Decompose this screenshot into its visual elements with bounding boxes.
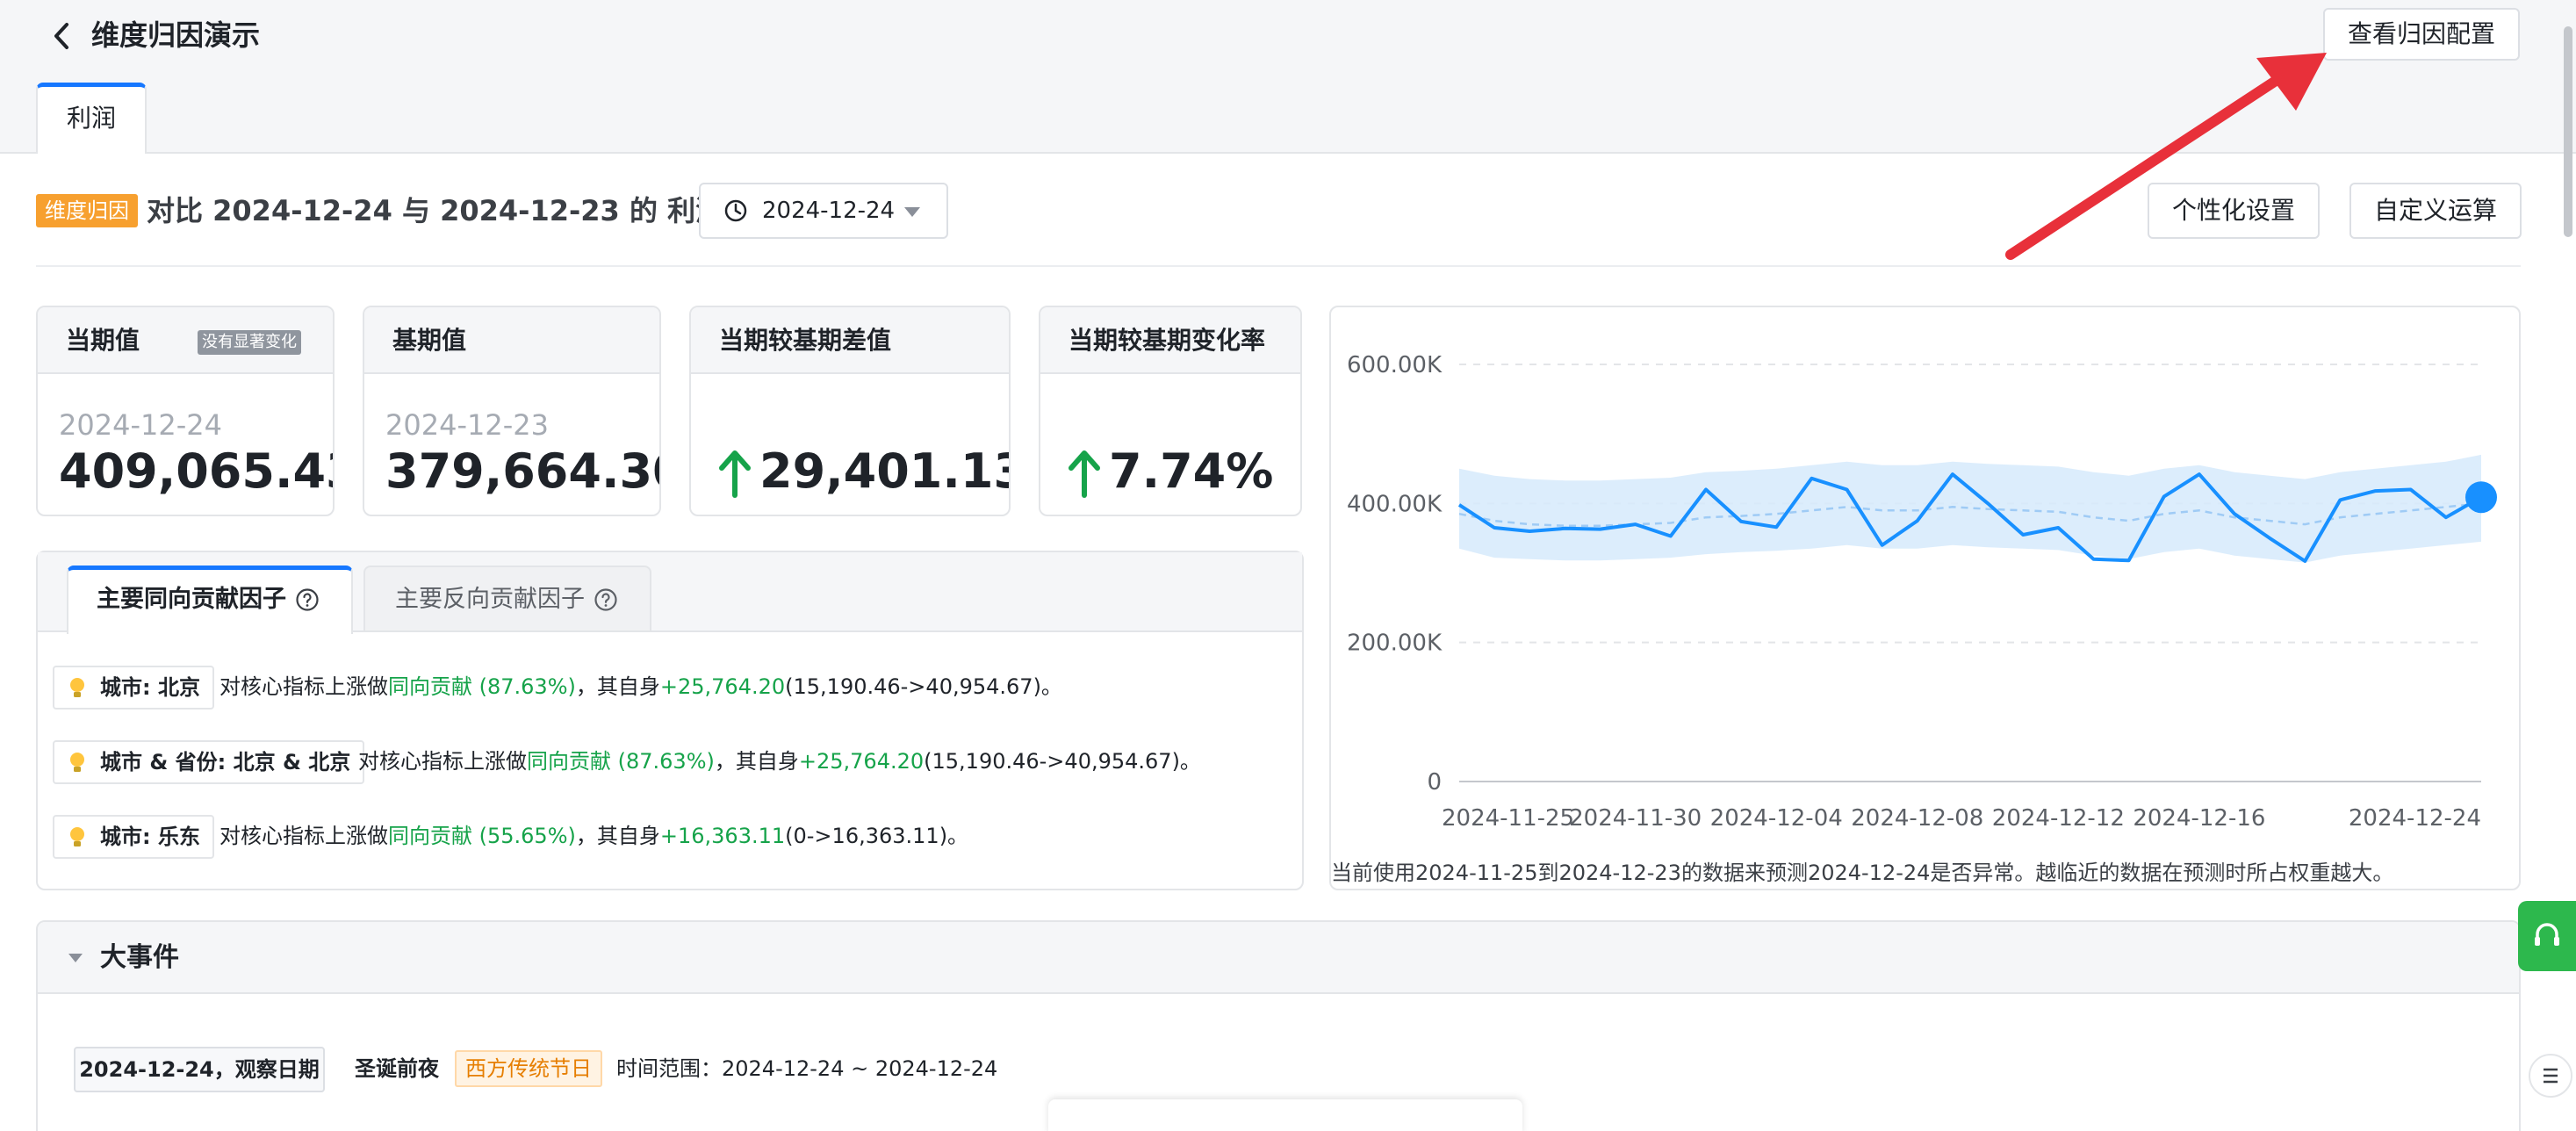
x-tick-label: 2024-12-24 (2349, 805, 2481, 832)
tab-label: 主要同向贡献因子 (97, 586, 286, 613)
date-picker-value: 2024-12-24 (762, 198, 896, 224)
y-tick-label: 400.00K (1347, 491, 1443, 517)
factor-chip[interactable]: 城市: 乐东 (53, 815, 214, 859)
card-header: 基期值 (364, 307, 659, 374)
factor-contribution: 同向贡献 (87.63%) (388, 674, 576, 699)
metric-card-rate: 当期较基期变化率 7.74% (1039, 306, 1302, 516)
event-type-tag: 西方传统节日 (455, 1050, 602, 1087)
factor-description: 对核心指标上涨做同向贡献 (87.63%)，其自身+25,764.20(15,1… (358, 746, 1201, 777)
x-tick-label: 2024-12-12 (1992, 805, 2125, 832)
factor-chip-label: 城市: 北京 (100, 675, 200, 700)
scrollbar[interactable] (2564, 26, 2572, 237)
tab-profit[interactable]: 利润 (36, 83, 147, 155)
factor-delta: +16,363.11 (659, 824, 786, 848)
factor-mid: ，其自身 (575, 824, 660, 848)
headset-icon (2535, 923, 2559, 946)
help-icon[interactable] (295, 587, 320, 612)
list-button[interactable] (2529, 1054, 2572, 1098)
factor-range: (15,190.46->40,954.67)。 (785, 674, 1062, 699)
factor-contribution: 同向贡献 (55.65%) (388, 824, 576, 848)
factor-description: 对核心指标上涨做同向贡献 (87.63%)，其自身+25,764.20(15,1… (219, 671, 1062, 702)
custom-calc-button[interactable]: 自定义运算 (2349, 183, 2522, 239)
factor-prefix: 对核心指标上涨做 (358, 749, 527, 774)
chart-note: 当前使用2024-11-25到2024-12-23的数据来预测2024-12-2… (1331, 861, 2394, 885)
bulb-icon (70, 827, 84, 846)
factor-chip[interactable]: 城市 & 省份: 北京 & 北京 (53, 740, 365, 784)
card-value: 409,065.43 (59, 443, 335, 499)
y-tick-label: 0 (1427, 769, 1442, 796)
arrow-up-icon (1069, 450, 1100, 498)
current-point (2465, 481, 2497, 514)
y-tick-label: 600.00K (1347, 352, 1443, 378)
card-title: 当期较基期差值 (719, 326, 892, 355)
card-value: 7.74% (1109, 443, 1274, 499)
metric-card-current: 当期值 没有显著变化 2024-12-24 409,065.43 (36, 306, 335, 516)
y-tick-label: 200.00K (1347, 630, 1443, 657)
x-tick-label: 2024-12-08 (1851, 805, 1983, 832)
view-attribution-config-button[interactable]: 查看归因配置 (2323, 8, 2520, 61)
attribution-tag: 维度归因 (36, 194, 138, 227)
event-name: 圣诞前夜 (355, 1056, 439, 1081)
factor-delta: +25,764.20 (659, 674, 786, 699)
card-title: 当期值 (66, 326, 140, 355)
factor-contribution: 同向贡献 (87.63%) (527, 749, 715, 774)
forecast-line-chart[interactable]: 600.00K 400.00K 200.00K 02024-11-252024-11-… (1331, 307, 2516, 852)
factor-delta: +25,764.20 (798, 749, 925, 774)
factor-chip-label: 城市 & 省份: 北京 & 北京 (100, 750, 351, 774)
chevron-left-icon (54, 23, 68, 49)
metric-card-diff: 当期较基期差值 29,401.13 (689, 306, 1011, 516)
help-icon[interactable] (594, 587, 618, 612)
tab-label: 主要反向贡献因子 (395, 586, 585, 613)
factor-chip[interactable]: 城市: 北京 (53, 666, 214, 710)
compare-title: 对比 2024-12-24 与 2024-12-23 的 利润 (147, 194, 724, 227)
factor-prefix: 对核心指标上涨做 (219, 824, 388, 848)
x-tick-label: 2024-11-25 (1442, 805, 1574, 832)
x-tick-label: 2024-11-30 (1569, 805, 1702, 832)
events-header[interactable] (38, 922, 2519, 994)
factor-range: (0->16,363.11)。 (785, 824, 969, 848)
arrow-up-icon (719, 450, 751, 498)
status-badge: 没有显著变化 (198, 330, 301, 355)
factor-prefix: 对核心指标上涨做 (219, 674, 388, 699)
back-button[interactable] (44, 16, 79, 56)
card-title: 基期值 (392, 326, 467, 355)
annotation-arrow (2005, 53, 2327, 260)
list-icon (2544, 1068, 2558, 1084)
x-tick-label: 2024-12-04 (1710, 805, 1843, 832)
image-toolbar[interactable] (1048, 1099, 1522, 1131)
card-header: 当期较基期变化率 (1040, 307, 1300, 374)
bulb-icon (70, 678, 84, 697)
caret-down-icon (68, 954, 83, 962)
events-title: 大事件 (100, 942, 179, 973)
confidence-band (1459, 454, 2481, 563)
page-title: 维度归因演示 (91, 18, 261, 52)
support-button[interactable] (2518, 901, 2576, 971)
card-date: 2024-12-24 (59, 408, 222, 442)
event-range: 时间范围：2024-12-24 ~ 2024-12-24 (616, 1056, 998, 1081)
event-date-chip: 2024-12-24，观察日期 (74, 1047, 325, 1092)
card-value: 29,401.13 (759, 443, 1011, 499)
metric-card-base: 基期值 2024-12-23 379,664.30 (363, 306, 661, 516)
factor-chip-label: 城市: 乐东 (100, 825, 200, 849)
clock-icon (724, 199, 747, 222)
factor-range: (15,190.46->40,954.67)。 (924, 749, 1201, 774)
bulb-icon (70, 753, 84, 772)
card-title: 当期较基期变化率 (1069, 326, 1266, 355)
factor-mid: ，其自身 (575, 674, 660, 699)
factor-mid: ，其自身 (714, 749, 799, 774)
card-header: 当期值 没有显著变化 (38, 307, 333, 374)
x-tick-label: 2024-12-16 (2133, 805, 2265, 832)
caret-down-icon (904, 207, 920, 217)
card-value: 379,664.30 (385, 443, 661, 499)
factor-description: 对核心指标上涨做同向贡献 (55.65%)，其自身+16,363.11(0->1… (219, 820, 968, 852)
card-header: 当期较基期差值 (691, 307, 1009, 374)
card-date: 2024-12-23 (385, 408, 549, 442)
